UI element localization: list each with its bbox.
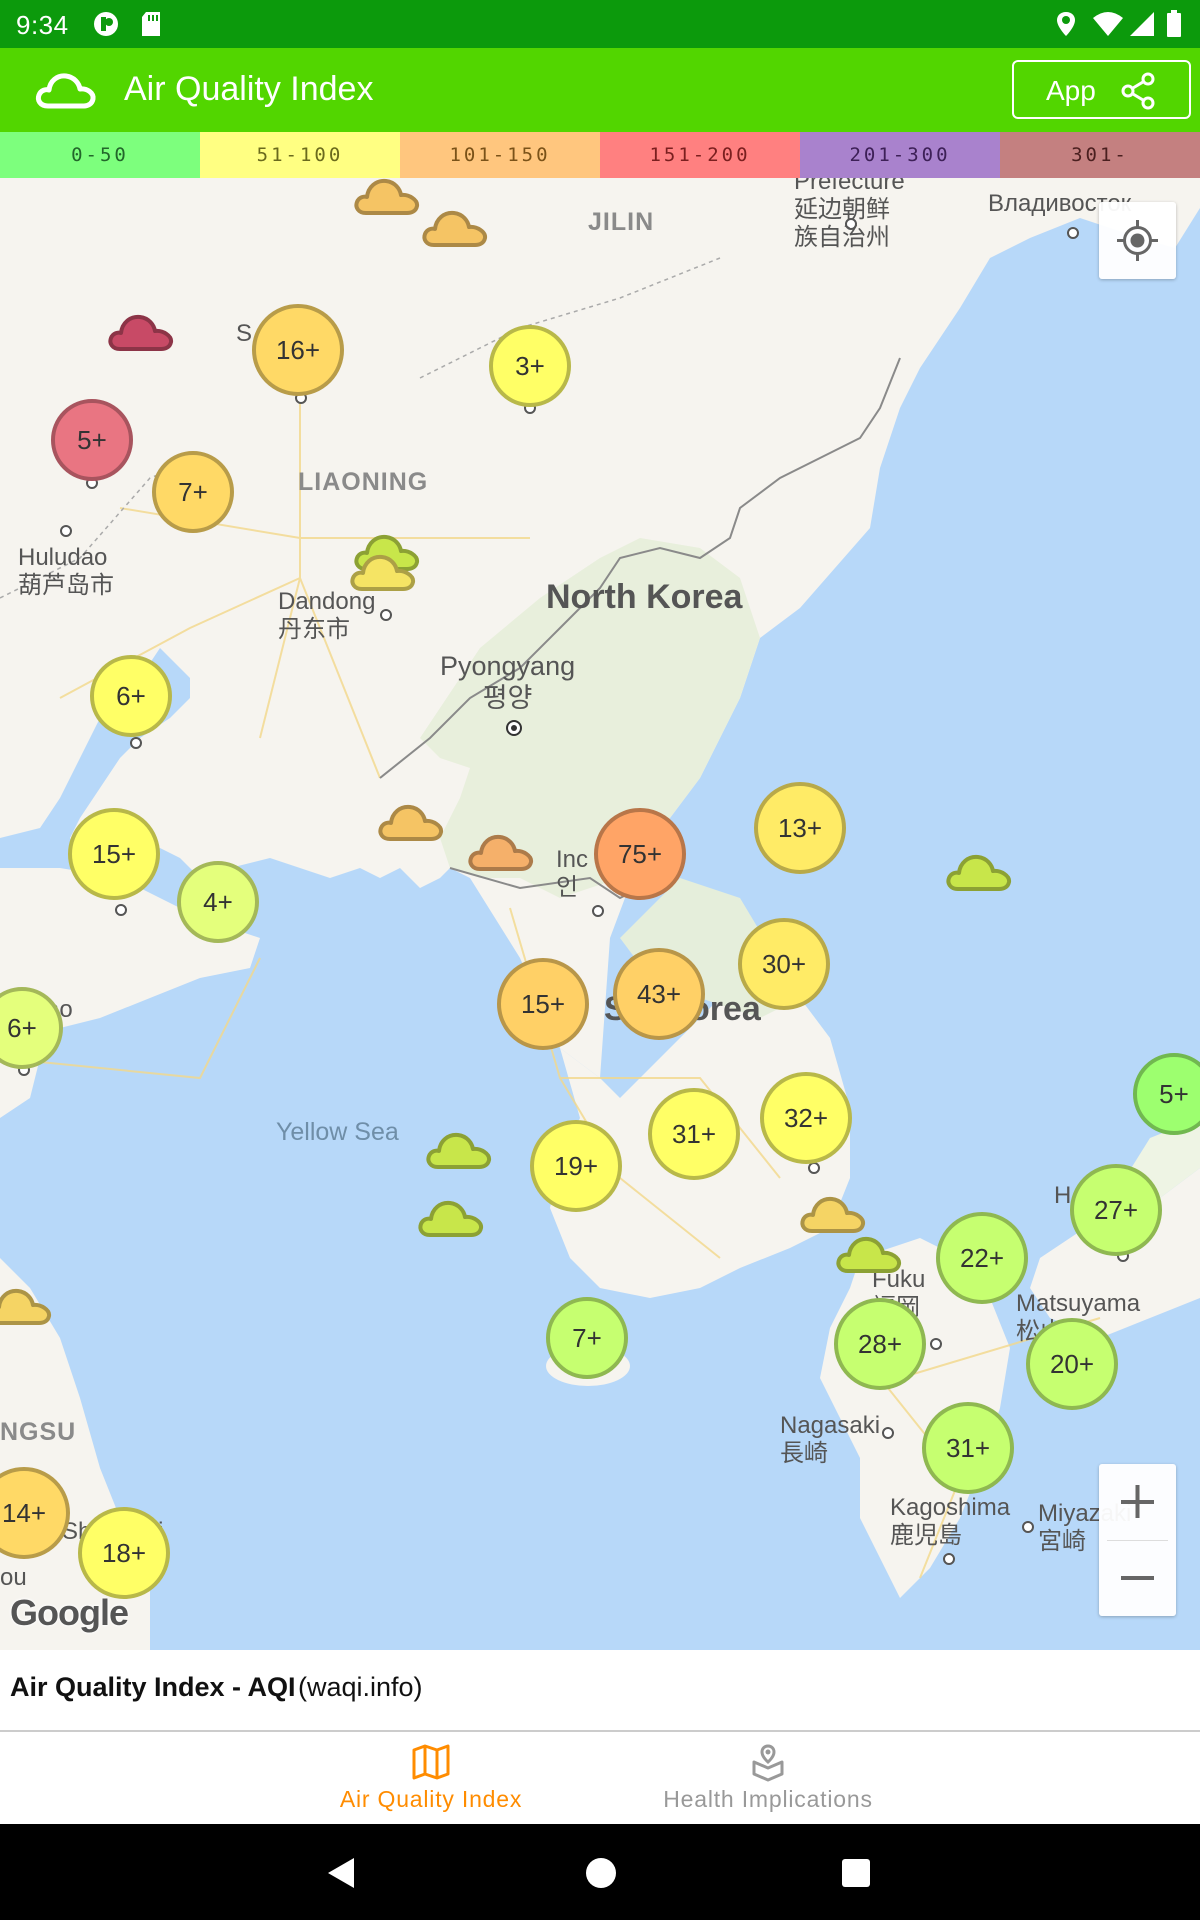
aqi-station-cloud-icon[interactable] [944,849,1016,895]
zoom-in-button[interactable] [1099,1464,1176,1540]
notification-icon [94,12,118,36]
aqi-station-cloud-icon[interactable] [0,1283,56,1329]
nav-label: Air Quality Index [339,1786,523,1812]
aqi-cluster-marker[interactable]: 75+ [594,808,686,900]
minus-icon [1121,1576,1154,1580]
city-label-ou: ou [0,1564,27,1591]
aqi-cluster-marker[interactable]: 32+ [760,1072,852,1164]
health-icon [752,1744,784,1782]
zoom-out-button[interactable] [1099,1540,1176,1616]
city-label-kagoshima: Kagoshima 鹿児島 [890,1494,1011,1549]
info-source: (waqi.info) [298,1672,423,1702]
legend-segment: 301- [1000,132,1200,178]
map-icon [412,1744,450,1780]
legend-segment: 101-150 [400,132,600,178]
cloud-logo-icon [35,73,96,109]
sea-label-yellow-sea: Yellow Sea [276,1118,399,1146]
aqi-cluster-marker[interactable]: 22+ [936,1212,1028,1304]
aqi-cluster-marker[interactable]: 31+ [922,1402,1014,1494]
city-label-huludao: Huludao 葫芦岛市 [18,544,114,599]
aqi-station-cloud-icon[interactable] [376,799,448,845]
aqi-cluster-marker[interactable]: 15+ [68,808,160,900]
nav-label: Health Implications [663,1786,873,1812]
region-label-jiangsu: NGSU [0,1418,77,1446]
region-label-liaoning: LIAONING [298,468,429,496]
aqi-station-cloud-icon[interactable] [416,1195,488,1241]
city-label-dandong: Dandong 丹东市 [278,588,376,643]
aqi-station-cloud-icon[interactable] [420,205,492,251]
country-label-north-korea: North Korea [546,578,743,616]
aqi-legend: 0-50 51-100 101-150 151-200 201-300 301- [0,132,1200,178]
my-location-icon [1117,220,1158,261]
city-label-incheon: Inc 인 [556,846,589,901]
aqi-cluster-marker[interactable]: 15+ [497,958,589,1050]
signal-icon [1130,12,1154,36]
aqi-cluster-marker[interactable]: 27+ [1070,1164,1162,1256]
aqi-cluster-marker[interactable]: 3+ [489,325,571,407]
aqi-cluster-marker[interactable]: 13+ [754,782,846,874]
city-label-yanbian: Prefecture 延边朝鲜 族自治州 [794,178,905,251]
app-button-label: App [1046,75,1096,106]
legend-segment: 51-100 [200,132,400,178]
aqi-station-cloud-icon[interactable] [348,549,420,595]
nav-item-air-quality-index[interactable]: Air Quality Index [300,1732,562,1824]
city-label-pyongyang: Pyongyang 평양 [440,651,576,713]
recents-icon[interactable] [840,1857,872,1889]
info-bar: Air Quality Index - AQI (waqi.info) [0,1650,1200,1732]
share-icon [1121,72,1155,110]
legend-segment: 0-50 [0,132,200,178]
zoom-controls [1099,1464,1176,1616]
aqi-cluster-marker[interactable]: 20+ [1026,1318,1118,1410]
region-label-jilin: JILIN [588,208,655,236]
city-label-nagasaki: Nagasaki 長崎 [780,1412,881,1467]
aqi-cluster-marker[interactable]: 31+ [648,1088,740,1180]
aqi-cluster-marker[interactable]: 5+ [51,399,133,481]
my-location-button[interactable] [1099,202,1176,279]
nav-item-health-implications[interactable]: Health Implications [630,1732,906,1824]
aqi-station-cloud-icon[interactable] [834,1231,906,1277]
aqi-cluster-marker[interactable]: 7+ [152,451,234,533]
google-attribution: Google [10,1592,129,1633]
wifi-icon [1093,12,1123,36]
bottom-navigation: Air Quality Index Health Implications [0,1732,1200,1824]
legend-segment: 201-300 [800,132,1000,178]
app-bar: Air Quality Index App [0,48,1200,132]
aqi-cluster-marker[interactable]: 16+ [252,304,344,396]
aqi-cluster-marker[interactable]: 19+ [530,1120,622,1212]
system-navigation-bar [0,1824,1200,1920]
aqi-station-cloud-icon[interactable] [352,178,424,219]
aqi-station-cloud-icon[interactable] [466,829,538,875]
aqi-station-cloud-icon[interactable] [424,1127,496,1173]
aqi-cluster-marker[interactable]: 7+ [546,1297,628,1379]
info-title: Air Quality Index - AQI [10,1672,296,1702]
back-icon[interactable] [324,1856,358,1890]
aqi-cluster-marker[interactable]: 30+ [738,918,830,1010]
legend-segment: 151-200 [600,132,800,178]
aqi-map[interactable]: JILIN LIAONING NGSU North Korea S Korea … [0,178,1200,1650]
plus-icon [1121,1485,1154,1518]
app-title: Air Quality Index [124,70,374,108]
aqi-cluster-marker[interactable]: 28+ [834,1298,926,1390]
status-time: 9:34 [16,10,69,40]
status-bar: 9:34 [0,0,1200,48]
aqi-cluster-marker[interactable]: 18+ [78,1507,170,1599]
battery-icon [1167,10,1181,37]
app-share-button[interactable]: App [1012,60,1191,119]
aqi-cluster-marker[interactable]: 43+ [613,948,705,1040]
sd-card-icon [142,12,160,36]
aqi-cluster-marker[interactable]: 4+ [177,861,259,943]
location-icon [1057,12,1075,36]
aqi-cluster-marker[interactable]: 6+ [90,655,172,737]
home-icon[interactable] [584,1856,618,1890]
aqi-station-cloud-icon[interactable] [106,309,178,355]
